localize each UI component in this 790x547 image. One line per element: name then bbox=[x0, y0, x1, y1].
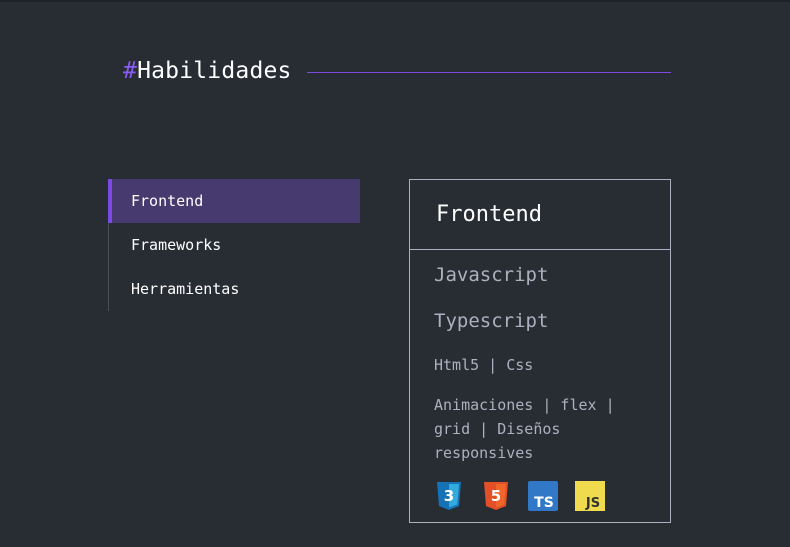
skill-typescript: Typescript bbox=[434, 310, 549, 332]
html5-icon-label: 5 bbox=[491, 487, 501, 505]
tab-herramientas[interactable]: Herramientas bbox=[109, 267, 360, 311]
card-title: Frontend bbox=[410, 180, 670, 250]
tab-frontend[interactable]: Frontend bbox=[108, 179, 360, 223]
tab-frameworks[interactable]: Frameworks bbox=[109, 223, 360, 267]
tech-icons: 3 5 TS JS bbox=[434, 481, 650, 511]
top-border bbox=[0, 0, 790, 2]
css3-icon: 3 bbox=[437, 482, 461, 510]
css3-icon-label: 3 bbox=[444, 487, 454, 505]
html5-icon: 5 bbox=[484, 482, 508, 510]
title-hash: # bbox=[123, 58, 138, 84]
title-divider bbox=[307, 72, 671, 73]
javascript-icon-label: JS bbox=[585, 496, 600, 511]
title-text: Habilidades bbox=[137, 58, 292, 84]
skills-tabs: Frontend Frameworks Herramientas bbox=[108, 179, 360, 311]
skill-html-css: Html5 | Css bbox=[434, 356, 534, 374]
javascript-icon: JS bbox=[575, 481, 605, 511]
typescript-icon: TS bbox=[528, 481, 558, 511]
section-title: #Habilidades bbox=[123, 58, 292, 84]
typescript-icon-label: TS bbox=[534, 495, 554, 511]
skill-javascript: Javascript bbox=[434, 264, 549, 286]
skill-layout: Animaciones | flex | grid | Diseños resp… bbox=[434, 396, 615, 462]
skills-card: Frontend Javascript Typescript Html5 | C… bbox=[409, 179, 671, 523]
card-body: Javascript Typescript Html5 | Css Animac… bbox=[410, 250, 670, 511]
